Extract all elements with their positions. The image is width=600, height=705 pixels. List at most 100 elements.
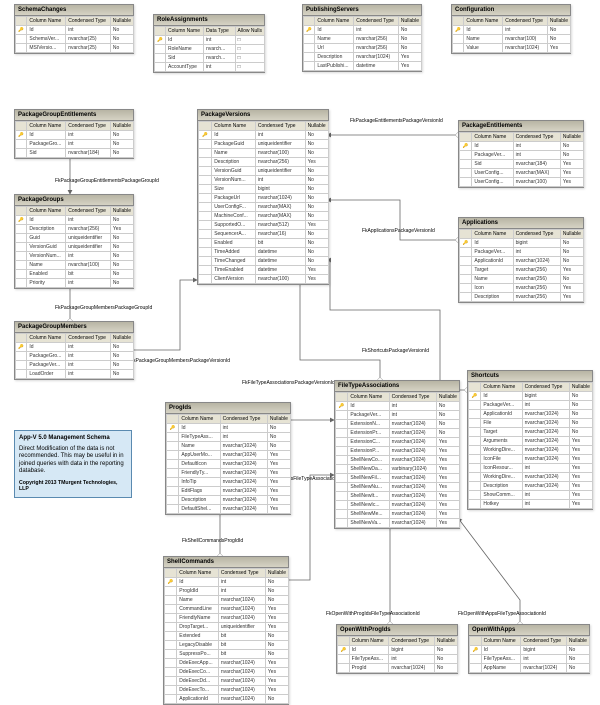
cell: nvarchar(1024) xyxy=(522,455,569,464)
table-row: SchemaVer...nvarchar(25)No xyxy=(16,35,134,44)
table-row: ShellNewVa...nvarchar(1024)Yes xyxy=(336,519,460,528)
cell: MSIVersio... xyxy=(27,44,66,53)
cell: ApplicationId xyxy=(481,410,522,419)
table-header-row: Column NameCondensed TypeNullable xyxy=(336,393,460,402)
cell: nvarchar(1024) xyxy=(522,482,569,491)
cell: nvarchar(1024) xyxy=(220,451,267,460)
cell: nvarchar(100) xyxy=(66,261,111,270)
column-header: Condensed Type xyxy=(354,17,399,26)
cell: Yes xyxy=(560,160,583,169)
cell: No xyxy=(305,230,328,239)
cell: VersionNum... xyxy=(27,252,66,261)
table-row: 🔑IdintNo xyxy=(453,26,571,35)
cell: DefaultShel... xyxy=(179,505,220,514)
table-row: WorkingDire...nvarchar(1024)Yes xyxy=(469,473,593,482)
cell: No xyxy=(110,131,133,140)
table-row: ShellNewDa...varbinary(1024)Yes xyxy=(336,465,460,474)
table-row: Urlnvarchar(256)No xyxy=(304,44,422,53)
column-header: Column Name xyxy=(27,122,66,131)
key-icon xyxy=(165,641,177,650)
key-icon xyxy=(469,455,481,464)
table-row: ExtensionP...nvarchar(1024)Yes xyxy=(336,447,460,456)
cell: No xyxy=(305,203,328,212)
table-row: Namenvarchar(1024)No xyxy=(165,596,289,605)
table-row: 🔑IdbigintNo xyxy=(470,646,590,655)
cell: nvarchar(1024) xyxy=(389,501,436,510)
table-row: Namenvarchar(100)No xyxy=(16,261,134,270)
cell: Yes xyxy=(110,225,133,234)
key-icon xyxy=(460,284,472,293)
fk-label: FkPackageGroupEntitlementsPackageGroupId xyxy=(55,178,159,184)
cell: int xyxy=(389,402,436,411)
table-row: Descriptionnvarchar(1024)Yes xyxy=(167,496,291,505)
cell: uniqueidentifier xyxy=(218,623,265,632)
key-icon: 🔑 xyxy=(469,392,481,401)
column-header: Column Name xyxy=(348,393,389,402)
cell: int xyxy=(218,587,265,596)
column-header: Nullable xyxy=(566,637,589,646)
table-row: 🔑IdintNo xyxy=(16,216,134,225)
table-row: SequencerA...nvarchar(16)No xyxy=(199,230,329,239)
table-row: VersionNum...intNo xyxy=(199,176,329,185)
key-icon: 🔑 xyxy=(16,343,27,352)
key-icon xyxy=(199,239,212,248)
cell: Yes xyxy=(265,668,288,677)
cell: Id xyxy=(472,142,513,151)
cell: nvarchar(256) xyxy=(66,225,111,234)
cell: nvarchar(100) xyxy=(503,35,548,44)
cell: □ xyxy=(235,36,264,45)
cell: nvarchar(1024) xyxy=(389,510,436,519)
cell: Id xyxy=(481,392,522,401)
cell: nvarch... xyxy=(204,45,235,54)
table-row: PriorityintNo xyxy=(16,279,134,288)
table-title: Shortcuts xyxy=(468,371,592,382)
cell: int xyxy=(66,216,111,225)
cell: No xyxy=(305,185,328,194)
cell: Sid xyxy=(166,54,204,63)
table-header-row: Column NameCondensed TypeNullable xyxy=(469,383,593,392)
cell: Hotkey xyxy=(481,500,522,509)
key-icon xyxy=(167,460,179,469)
key-icon xyxy=(199,230,212,239)
cell: Id xyxy=(464,26,503,35)
table-row: Argumentsnvarchar(1024)Yes xyxy=(469,437,593,446)
table-header-row: Column NameCondensed TypeNullable xyxy=(16,207,134,216)
table-row: Sidnvarchar(184)Yes xyxy=(460,160,584,169)
cell: Size xyxy=(212,185,256,194)
key-icon: 🔑 xyxy=(338,646,350,655)
key-icon xyxy=(165,587,177,596)
cell: ShellNewVa... xyxy=(348,519,389,528)
key-icon xyxy=(155,45,166,54)
cell: nvarchar(1024) xyxy=(522,410,569,419)
cell: PackageVer... xyxy=(348,411,389,420)
cell: No xyxy=(566,646,589,655)
table-row: ShowComm...intYes xyxy=(469,491,593,500)
cell: Yes xyxy=(436,456,459,465)
table-row: LastPublishi...datetimeYes xyxy=(304,62,422,71)
table-title: PublishingServers xyxy=(303,5,421,16)
cell: nvarchar(1024) xyxy=(389,664,435,673)
cell: Yes xyxy=(305,266,328,275)
cell: WorkingDire... xyxy=(481,446,522,455)
cell: nvarchar(1024) xyxy=(522,428,569,437)
cell: Yes xyxy=(569,500,592,509)
cell: Id xyxy=(348,402,389,411)
cell: bigint xyxy=(522,392,569,401)
cell: int xyxy=(66,279,111,288)
table-row: PackageVer...intNo xyxy=(16,361,134,370)
table-row: PackageGuiduniqueidentifierNo xyxy=(199,140,329,149)
cell: No xyxy=(110,216,133,225)
cell: No xyxy=(265,695,288,704)
cell: ClientVersion xyxy=(212,275,256,284)
key-icon xyxy=(16,140,27,149)
cell: int xyxy=(255,131,305,140)
key-icon xyxy=(336,447,348,456)
key-icon xyxy=(199,149,212,158)
cell: nvarchar(MAX) xyxy=(513,169,560,178)
cell: AppName xyxy=(481,664,521,673)
cell: No xyxy=(265,578,288,587)
cell: Yes xyxy=(265,659,288,668)
cell: No xyxy=(547,35,570,44)
table-PackageGroupEntitlements: PackageGroupEntitlementsColumn NameConde… xyxy=(14,109,134,159)
table-header-row: Column NameCondensed TypeNullable xyxy=(16,122,134,131)
